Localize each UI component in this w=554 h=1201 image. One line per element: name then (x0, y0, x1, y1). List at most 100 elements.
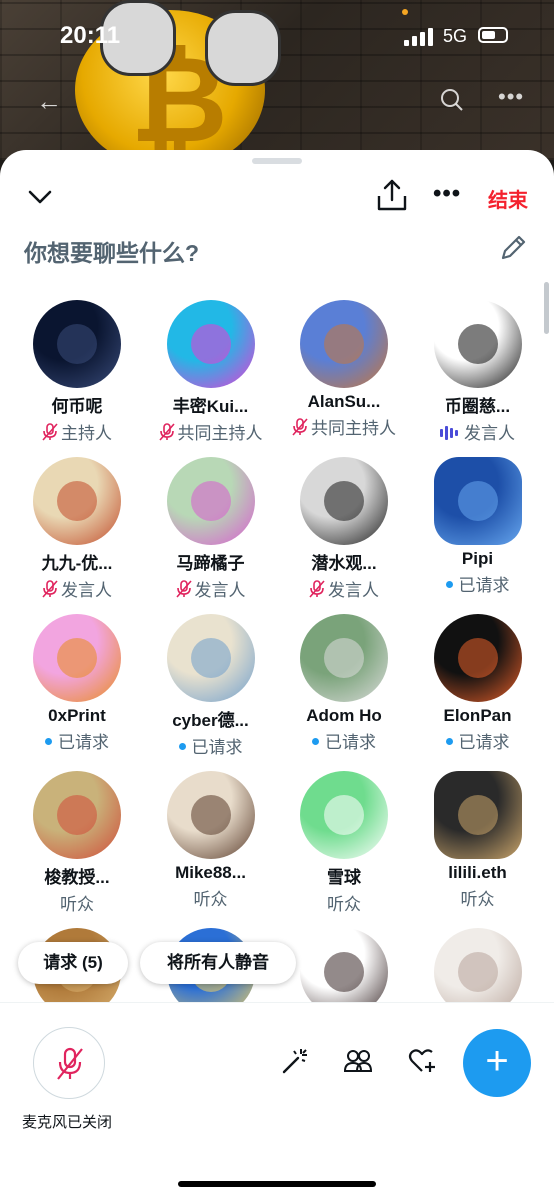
participant-item[interactable]: AlanSu... 共同主持人 (277, 300, 411, 441)
status-time: 20:11 (60, 22, 121, 49)
mic-off-icon (42, 580, 58, 603)
avatar[interactable] (166, 300, 255, 388)
sheet-header: ••• 结束 (0, 178, 554, 218)
participant-item[interactable]: ElonPan 已请求 (411, 614, 545, 753)
participant-item[interactable]: cyber德... 已请求 (144, 614, 278, 758)
participant-item[interactable]: Adom Ho 已请求 (277, 614, 411, 753)
avatar[interactable] (433, 300, 522, 388)
role-label: 已请求 (325, 733, 376, 752)
magic-wand-icon[interactable] (281, 1047, 309, 1075)
add-button[interactable]: + (463, 1029, 531, 1097)
request-dot-icon (445, 581, 453, 588)
participant-item[interactable]: 何币呢主持人 (10, 300, 144, 446)
role-label: 听众 (60, 895, 94, 914)
participant-item[interactable]: Pipi 已请求 (411, 457, 545, 596)
back-arrow-icon[interactable]: ← (36, 86, 62, 117)
participant-name: 潜水观... (311, 554, 377, 573)
participant-role: 听众 (144, 885, 278, 910)
battery-icon (478, 27, 508, 43)
mic-off-icon (292, 418, 308, 441)
request-dot-icon (45, 738, 52, 745)
avatar[interactable] (33, 771, 121, 859)
role-label: 已请求 (191, 738, 243, 757)
participant-role: 已请求 (10, 728, 144, 753)
participant-name: 雪球 (327, 868, 361, 887)
avatar[interactable] (33, 457, 121, 545)
avatar[interactable] (433, 457, 522, 545)
participant-name: 梭教授... (44, 868, 110, 887)
participant-name: cyber德... (172, 711, 249, 730)
mic-off-icon (42, 423, 58, 446)
edit-pencil-icon[interactable] (497, 232, 529, 264)
participant-name: lilili.eth (448, 863, 507, 882)
participant-item[interactable]: Mike88... 听众 (144, 771, 278, 910)
heart-plus-icon[interactable] (408, 1047, 438, 1075)
participant-role: 已请求 (411, 571, 545, 596)
participant-item[interactable]: 马蹄橘子发言人 (144, 457, 278, 603)
participant-item[interactable]: lilili.eth 听众 (411, 771, 545, 910)
participant-item[interactable]: 潜水观... 发言人 (277, 457, 411, 603)
role-label: 共同主持人 (311, 419, 396, 438)
participant-role: 主持人 (10, 419, 144, 446)
avatar[interactable] (33, 614, 121, 702)
role-label: 发言人 (61, 581, 112, 600)
participant-name: 何币呢 (51, 397, 103, 416)
participant-role: 已请求 (277, 728, 411, 753)
role-label: 发言人 (194, 581, 246, 600)
speaking-wave-icon (440, 425, 460, 446)
participant-role: 发言人 (411, 419, 545, 446)
participant-name: 九九-优... (41, 554, 113, 573)
avatar[interactable] (33, 300, 121, 388)
space-topic[interactable]: 你想要聊些什么? (24, 234, 199, 268)
avatar[interactable] (300, 300, 388, 388)
avatar[interactable] (300, 457, 388, 545)
avatar[interactable] (300, 771, 388, 859)
participant-role: 听众 (411, 885, 545, 910)
avatar[interactable] (166, 771, 255, 859)
scrollbar[interactable] (544, 282, 549, 334)
mic-off-icon (309, 580, 325, 603)
avatar[interactable] (166, 457, 255, 545)
mic-off-icon (57, 1047, 83, 1080)
end-space-button[interactable]: 结束 (488, 184, 528, 213)
request-dot-icon (178, 743, 186, 750)
search-icon[interactable] (440, 88, 464, 112)
avatar[interactable] (300, 614, 388, 702)
participant-item[interactable]: 丰密Kui... 共同主持人 (144, 300, 278, 446)
more-icon[interactable]: ••• (498, 84, 524, 110)
role-label: 主持人 (61, 424, 112, 443)
participant-role: 发言人 (144, 576, 278, 603)
status-bar: 20:11 5G (0, 0, 554, 70)
sheet-grabber[interactable] (252, 158, 302, 164)
microphone-status-label: 麦克风已关闭 (22, 1114, 113, 1131)
participant-role: 发言人 (10, 576, 144, 603)
chevron-down-icon[interactable] (26, 182, 54, 210)
avatar[interactable] (166, 614, 255, 702)
people-icon[interactable] (343, 1047, 373, 1075)
participant-item[interactable]: 雪球 听众 (277, 771, 411, 915)
participant-item[interactable]: 九九-优... 发言人 (10, 457, 144, 603)
role-label: 已请求 (458, 733, 510, 752)
requests-button[interactable]: 请求 (5) (18, 942, 128, 984)
participant-name: Adom Ho (306, 706, 382, 725)
participant-role: 已请求 (144, 733, 278, 758)
share-icon[interactable] (376, 178, 408, 212)
role-label: 已请求 (458, 576, 510, 595)
participant-role: 共同主持人 (277, 414, 411, 441)
avatar[interactable] (433, 771, 522, 859)
participant-item[interactable]: 币圈慈... 发言人 (411, 300, 545, 446)
role-label: 听众 (327, 895, 361, 914)
participant-item[interactable]: 梭教授... 听众 (10, 771, 144, 915)
participant-role: 听众 (10, 890, 144, 915)
mic-off-icon (158, 423, 175, 446)
more-options-icon[interactable]: ••• (433, 180, 461, 208)
microphone-toggle-button[interactable] (33, 1027, 105, 1099)
request-dot-icon (445, 738, 453, 745)
participant-name: 丰密Kui... (172, 397, 249, 416)
space-sheet: ••• 结束 你想要聊些什么? 何币呢 主持人 丰密Kui... 共同主持人 AlanS… (0, 150, 554, 1201)
participant-item[interactable]: 0xPrint 已请求 (10, 614, 144, 753)
participant-name: 马蹄橘子 (176, 554, 245, 573)
mute-all-button[interactable]: 将所有人静音 (140, 942, 296, 984)
participant-name: ElonPan (443, 706, 512, 725)
avatar[interactable] (433, 614, 522, 702)
